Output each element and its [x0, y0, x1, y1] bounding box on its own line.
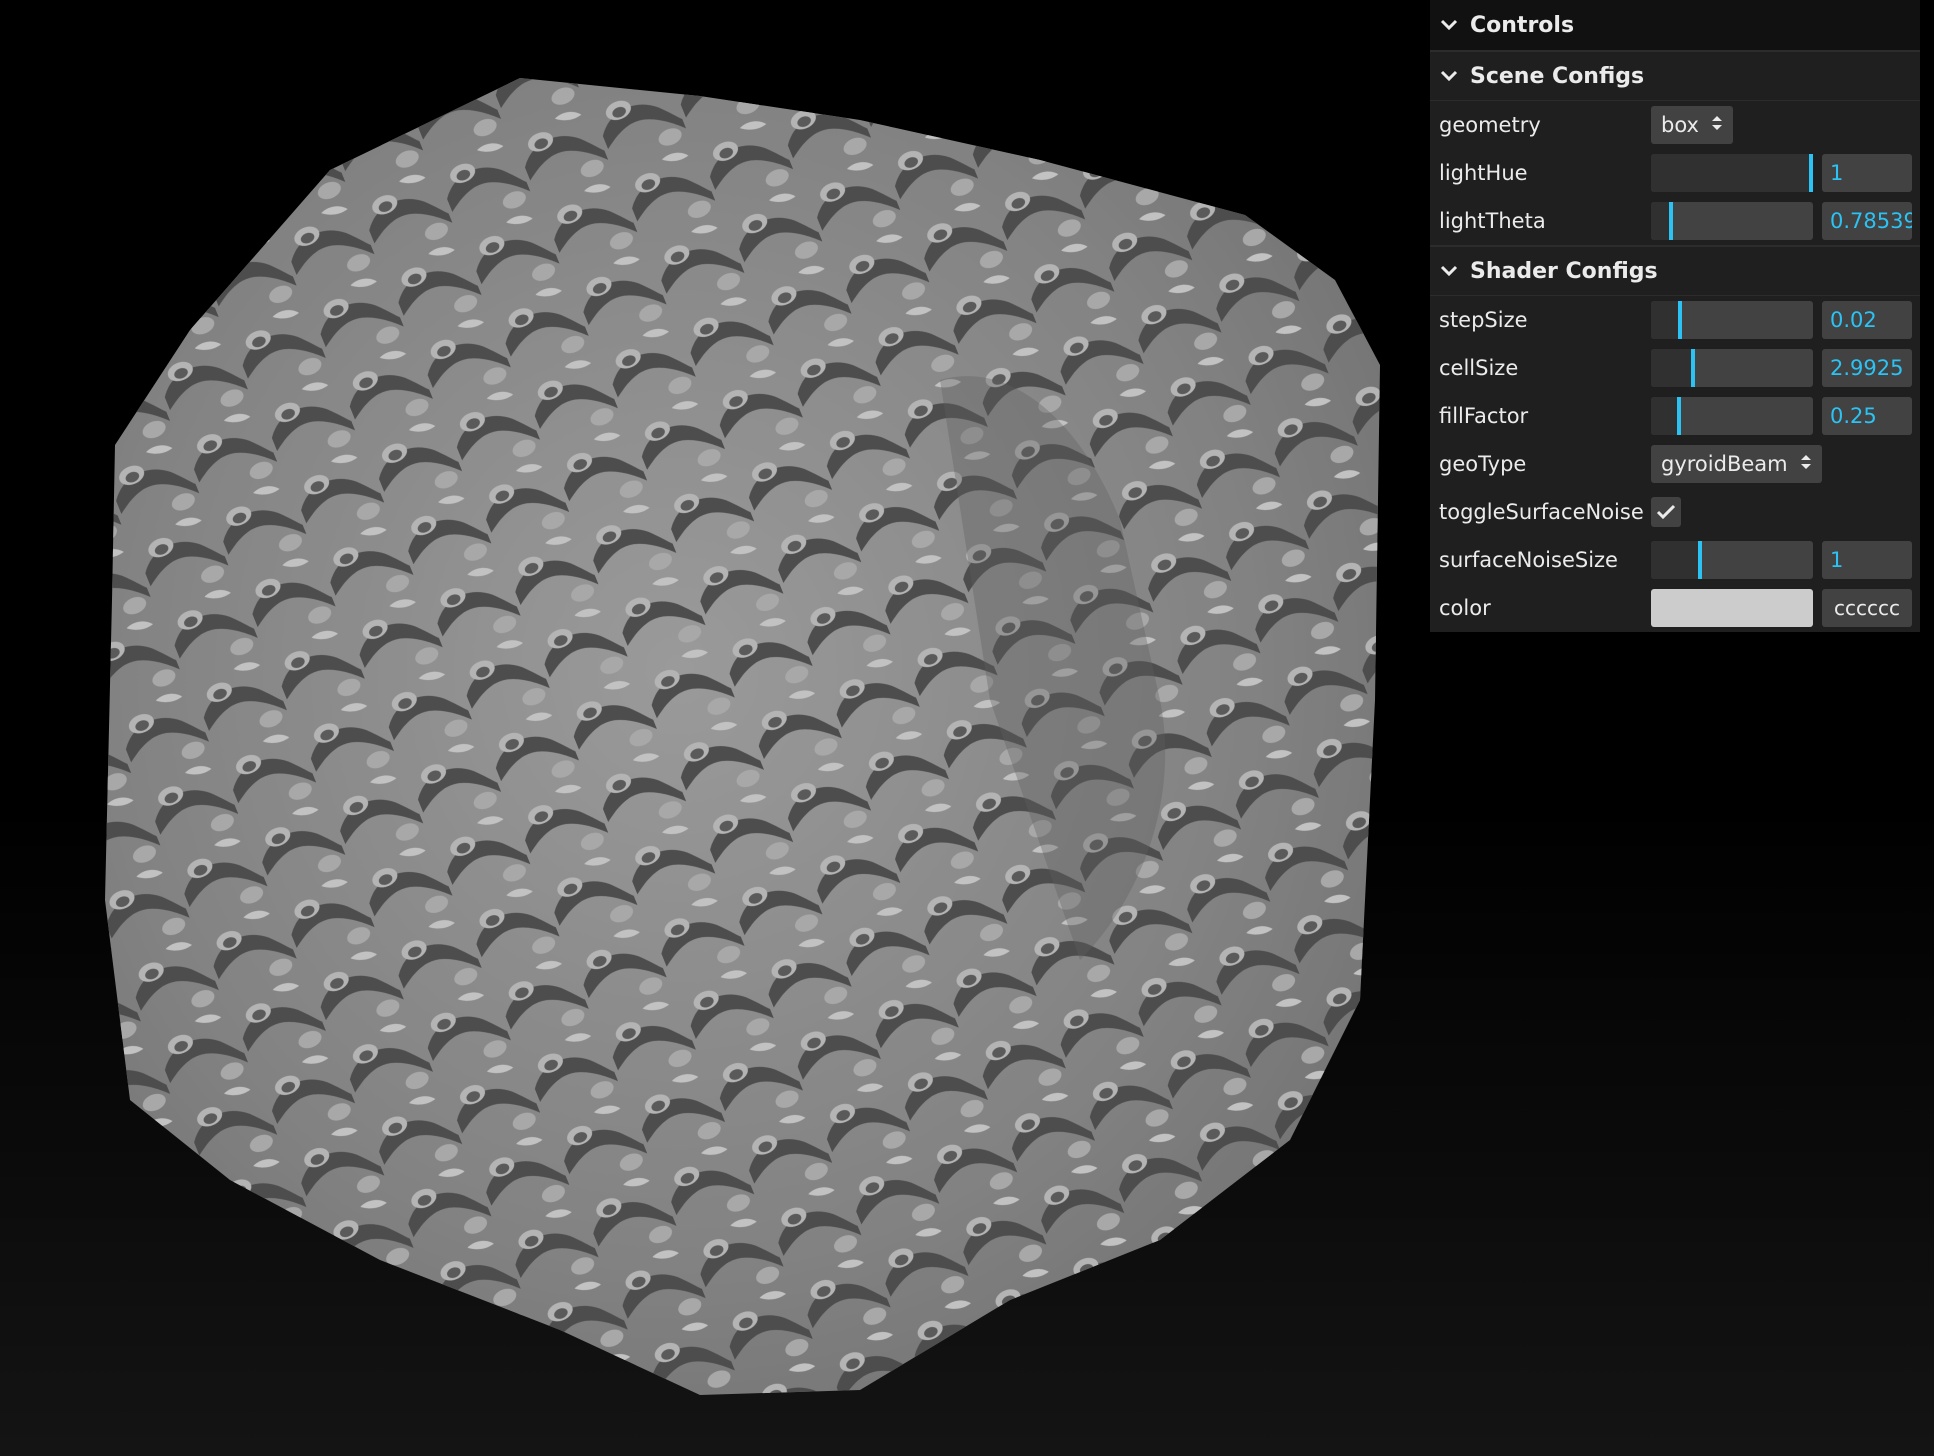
stepSize-input[interactable]: 0.02	[1822, 301, 1912, 339]
color-swatch[interactable]	[1651, 589, 1813, 627]
geoType-value: gyroidBeam	[1661, 452, 1788, 476]
shader-configs-header[interactable]: Shader Configs	[1430, 245, 1920, 296]
geoType-row: geoType gyroidBeam	[1430, 440, 1920, 488]
fillFactor-row: fillFactor 0.25	[1430, 392, 1920, 440]
lightHue-label: lightHue	[1439, 161, 1528, 185]
lightHue-input[interactable]: 1	[1822, 154, 1912, 192]
slider-knob[interactable]	[1809, 154, 1813, 192]
slider-knob[interactable]	[1669, 202, 1674, 240]
checkmark-icon	[1656, 504, 1676, 520]
geometry-value: box	[1661, 113, 1699, 137]
color-label: color	[1439, 596, 1491, 620]
controls-panel: Controls Scene Configs geometry box ligh…	[1430, 0, 1920, 632]
lightHue-row: lightHue 1	[1430, 149, 1920, 197]
stepSize-row: stepSize 0.02	[1430, 296, 1920, 344]
controls-title: Controls	[1470, 12, 1575, 38]
select-arrows-icon	[1800, 452, 1812, 476]
stepSize-label: stepSize	[1439, 308, 1528, 332]
slider-fill	[1651, 154, 1809, 192]
slider-fill	[1651, 202, 1670, 240]
cellSize-slider[interactable]	[1651, 349, 1813, 387]
chevron-down-icon	[1440, 19, 1458, 31]
slider-knob[interactable]	[1697, 541, 1702, 579]
fillFactor-input[interactable]: 0.25	[1822, 397, 1912, 435]
toggleSurfaceNoise-label: toggleSurfaceNoise	[1439, 500, 1644, 524]
slider-knob[interactable]	[1678, 301, 1683, 339]
lightTheta-slider[interactable]	[1651, 202, 1813, 240]
lightTheta-row: lightTheta 0.785398	[1430, 197, 1920, 245]
lightTheta-label: lightTheta	[1439, 209, 1546, 233]
surfaceNoiseSize-row: surfaceNoiseSize 1	[1430, 536, 1920, 584]
toggleSurfaceNoise-row: toggleSurfaceNoise	[1430, 488, 1920, 536]
shader-configs-title: Shader Configs	[1470, 258, 1658, 284]
geometry-select[interactable]: box	[1651, 106, 1733, 144]
chevron-down-icon	[1440, 70, 1458, 82]
slider-knob[interactable]	[1676, 397, 1681, 435]
scene-configs-title: Scene Configs	[1470, 63, 1645, 89]
surfaceNoiseSize-label: surfaceNoiseSize	[1439, 548, 1618, 572]
geoType-select[interactable]: gyroidBeam	[1651, 445, 1822, 483]
lightHue-slider[interactable]	[1651, 154, 1813, 192]
color-row: color cccccc	[1430, 584, 1920, 632]
slider-fill	[1651, 541, 1698, 579]
lightTheta-input[interactable]: 0.785398	[1822, 202, 1912, 240]
geometry-row: geometry box	[1430, 101, 1920, 149]
surfaceNoiseSize-input[interactable]: 1	[1822, 541, 1912, 579]
scene-configs-header[interactable]: Scene Configs	[1430, 50, 1920, 101]
cellSize-input[interactable]: 2.9925	[1822, 349, 1912, 387]
geometry-label: geometry	[1439, 113, 1541, 137]
stepSize-slider[interactable]	[1651, 301, 1813, 339]
slider-fill	[1651, 301, 1679, 339]
controls-header[interactable]: Controls	[1430, 0, 1920, 50]
cellSize-row: cellSize 2.9925	[1430, 344, 1920, 392]
select-arrows-icon	[1711, 113, 1723, 137]
slider-knob[interactable]	[1691, 349, 1696, 387]
fillFactor-label: fillFactor	[1439, 404, 1529, 428]
slider-fill	[1651, 349, 1692, 387]
chevron-down-icon	[1440, 265, 1458, 277]
slider-fill	[1651, 397, 1677, 435]
surfaceNoiseSize-slider[interactable]	[1651, 541, 1813, 579]
geoType-label: geoType	[1439, 452, 1527, 476]
toggleSurfaceNoise-checkbox[interactable]	[1651, 497, 1681, 527]
cellSize-label: cellSize	[1439, 356, 1519, 380]
fillFactor-slider[interactable]	[1651, 397, 1813, 435]
color-hex-input[interactable]: cccccc	[1822, 589, 1912, 627]
